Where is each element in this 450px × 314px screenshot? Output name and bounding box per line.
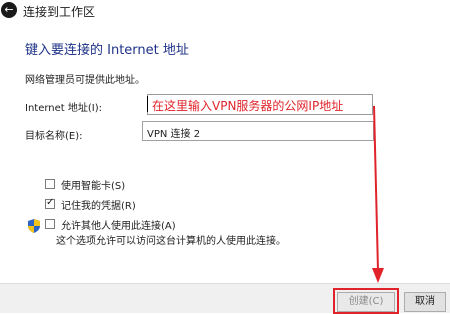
annotation-arrow: [372, 105, 384, 283]
cancel-button[interactable]: 取消: [404, 292, 446, 312]
create-button-highlight: [333, 288, 399, 314]
